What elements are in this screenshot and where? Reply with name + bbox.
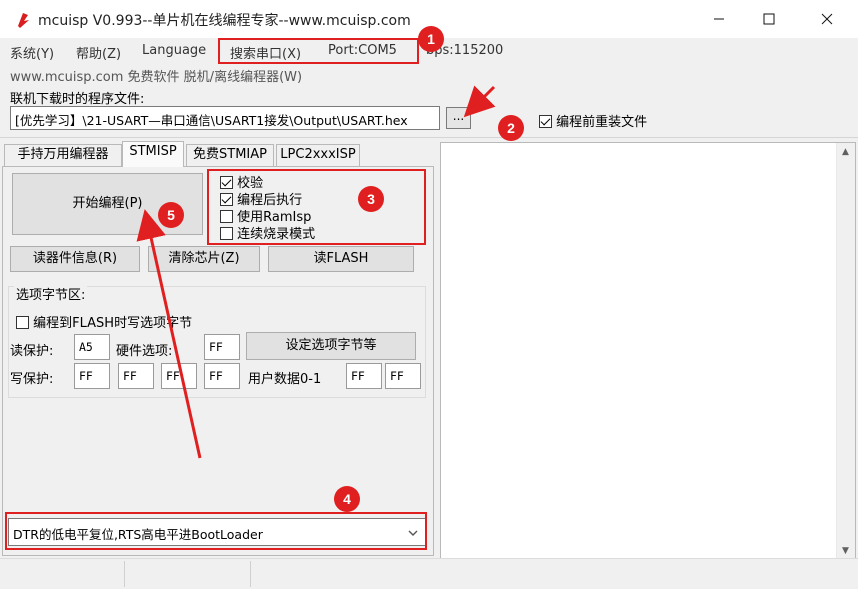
annotation-arrows: [136, 85, 496, 459]
arrow-to-browse: [463, 85, 496, 118]
annotation-badge-3: 3: [358, 186, 384, 212]
annotation-badge-1: 1: [418, 26, 444, 52]
annotation-badge-4: 4: [334, 486, 360, 512]
annotation-badge-5: 5: [158, 202, 184, 228]
annotation-badge-2: 2: [498, 115, 524, 141]
arrow-to-start: [136, 209, 202, 459]
